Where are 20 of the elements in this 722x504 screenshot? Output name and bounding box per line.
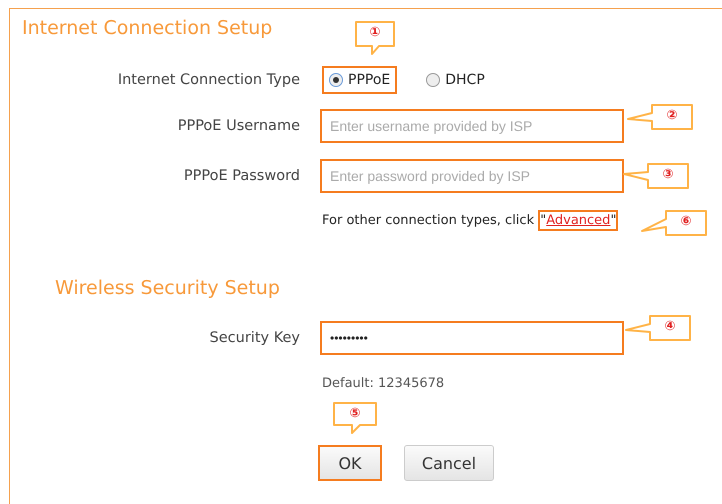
callout: ⑥ xyxy=(640,208,708,236)
field-label: Security Key xyxy=(208,330,301,346)
security-key-field[interactable]: ••••••••• xyxy=(320,321,624,355)
section-heading: Internet Connection Setup xyxy=(22,17,272,41)
callout: ③ xyxy=(622,162,690,190)
callout: ⑤ xyxy=(332,401,378,435)
advanced-link[interactable]: Advanced xyxy=(546,212,610,228)
cancel-button[interactable]: Cancel xyxy=(404,445,494,481)
section-heading: Wireless Security Setup xyxy=(55,277,280,301)
help-text: For other connection types, click "Advanced" xyxy=(322,212,618,228)
callout: ① xyxy=(354,20,396,56)
field-label: PPPoE Password xyxy=(182,168,301,184)
radio-option[interactable]: DHCP xyxy=(419,66,492,94)
field-label: PPPoE Username xyxy=(176,118,301,134)
callout: ② xyxy=(626,103,694,131)
default-key-text: Default: 12345678 xyxy=(322,376,444,390)
username-field[interactable]: Enter username provided by ISP xyxy=(320,109,624,143)
field-label: Internet Connection Type xyxy=(116,72,301,88)
password-field[interactable]: Enter password provided by ISP xyxy=(320,159,624,193)
callout: ④ xyxy=(624,314,692,342)
